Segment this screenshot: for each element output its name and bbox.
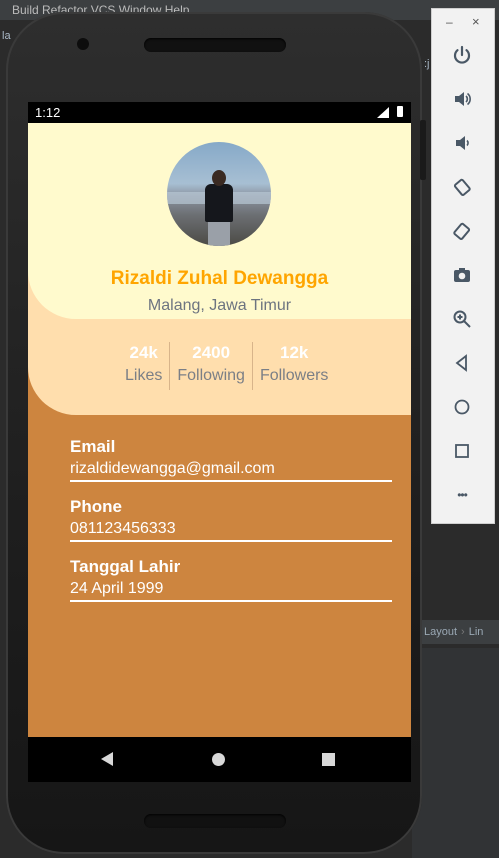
ide-side-text-left: la [2, 30, 11, 42]
overview-square-icon[interactable] [447, 436, 477, 466]
status-time: 1:12 [35, 105, 61, 120]
ide-panel [412, 648, 499, 858]
stat-likes[interactable]: 24k Likes [118, 342, 171, 390]
more-icon[interactable]: ••• [447, 480, 477, 510]
avatar[interactable] [167, 142, 271, 246]
back-triangle-icon[interactable] [447, 348, 477, 378]
stat-followers-value: 12k [280, 343, 309, 362]
dob-label: Tanggal Lahir [70, 557, 181, 576]
close-button[interactable]: × [472, 14, 480, 29]
info-section: Email rizaldidewangga@gmail.com Phone 08… [70, 436, 392, 616]
stat-followers[interactable]: 12k Followers [253, 342, 335, 390]
signal-icon [377, 107, 389, 118]
emulator-toolbar: – × ••• [431, 8, 495, 524]
phone-label: Phone [70, 497, 122, 516]
stat-likes-value: 24k [129, 343, 158, 362]
email-value: rizaldidewangga@gmail.com [70, 460, 275, 477]
battery-icon [397, 106, 403, 117]
stat-followers-label: Followers [259, 367, 329, 384]
phone-screen: 1:12 Rizaldi Zuhal Dewangga Malang, Jawa… [28, 102, 411, 782]
profile-location: Malang, Jawa Timur [147, 297, 292, 314]
profile-app: Rizaldi Zuhal Dewangga Malang, Jawa Timu… [28, 123, 411, 737]
stat-likes-label: Likes [125, 367, 163, 384]
ide-side-text-right: :j [424, 58, 430, 70]
dob-value: 24 April 1999 [70, 580, 164, 597]
chevron-right-icon: › [461, 626, 465, 638]
status-bar: 1:12 [28, 102, 411, 123]
front-camera [77, 38, 89, 50]
top-speaker [144, 38, 286, 52]
power-icon[interactable] [447, 40, 477, 70]
phone-frame: 1:12 Rizaldi Zuhal Dewangga Malang, Jawa… [6, 12, 422, 854]
home-icon[interactable] [212, 753, 225, 766]
phone-field[interactable]: Phone 081123456333 [70, 496, 392, 542]
profile-name: Rizaldi Zuhal Dewangga [110, 268, 329, 289]
power-side-button [420, 120, 426, 180]
dob-field[interactable]: Tanggal Lahir 24 April 1999 [70, 556, 392, 602]
zoom-icon[interactable] [447, 304, 477, 334]
back-icon[interactable] [101, 752, 113, 766]
breadcrumb-lin[interactable]: Lin [469, 626, 484, 638]
ide-breadcrumb: Layout › Lin [424, 626, 483, 638]
breadcrumb-layout[interactable]: Layout [424, 626, 457, 638]
rotate-left-icon[interactable] [447, 172, 477, 202]
recents-icon[interactable] [322, 753, 335, 766]
android-nav-bar [28, 737, 411, 782]
stat-following-label: Following [177, 367, 245, 384]
home-circle-icon[interactable] [447, 392, 477, 422]
email-field[interactable]: Email rizaldidewangga@gmail.com [70, 436, 392, 482]
stat-following-value: 2400 [192, 343, 231, 362]
camera-icon[interactable] [447, 260, 477, 290]
volume-down-icon[interactable] [447, 128, 477, 158]
phone-value: 081123456333 [70, 520, 176, 537]
rotate-right-icon[interactable] [447, 216, 477, 246]
stat-following[interactable]: 2400 Following [170, 342, 253, 390]
volume-up-icon[interactable] [447, 84, 477, 114]
minimize-button[interactable]: – [446, 15, 453, 29]
bottom-speaker [144, 814, 286, 828]
email-label: Email [70, 437, 116, 456]
stats-row: 24k Likes 2400 Following 12k Followers [118, 342, 335, 390]
